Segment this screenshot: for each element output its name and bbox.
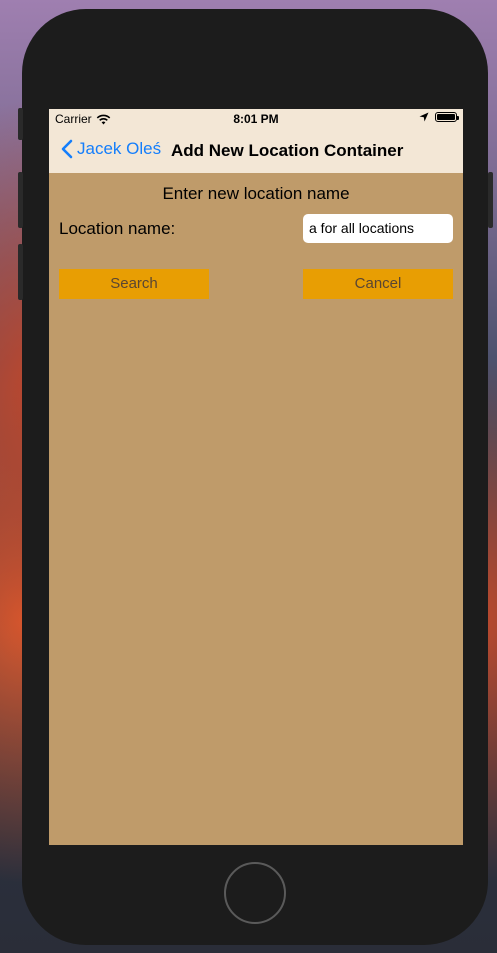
chevron-left-icon <box>61 139 73 159</box>
page-title: Add New Location Container <box>171 141 404 160</box>
status-bar: Carrier 8:01 PM <box>49 109 463 129</box>
battery-icon <box>435 112 459 122</box>
mute-switch <box>18 108 23 140</box>
search-button[interactable]: Search <box>59 269 209 299</box>
back-button-label: Jacek Oleś <box>77 139 162 158</box>
home-button[interactable] <box>224 862 286 924</box>
volume-down-button <box>18 244 23 300</box>
power-button <box>488 172 493 228</box>
form-heading: Enter new location name <box>162 184 350 203</box>
app-screen: Carrier 8:01 PM Jacek Oleś Add New Locat… <box>49 109 463 845</box>
back-button[interactable]: Jacek Oleś <box>61 139 161 159</box>
battery-fill <box>437 114 455 120</box>
navigation-bar: Jacek Oleś Add New Location Container <box>49 129 463 173</box>
location-arrow-icon <box>419 112 429 122</box>
status-right-group <box>419 112 459 122</box>
volume-up-button <box>18 172 23 228</box>
cancel-button[interactable]: Cancel <box>303 269 453 299</box>
location-name-label: Location name: <box>59 219 176 238</box>
battery-tip <box>457 116 459 120</box>
location-name-input[interactable]: a for all locations <box>303 214 453 243</box>
clock: 8:01 PM <box>233 112 279 126</box>
